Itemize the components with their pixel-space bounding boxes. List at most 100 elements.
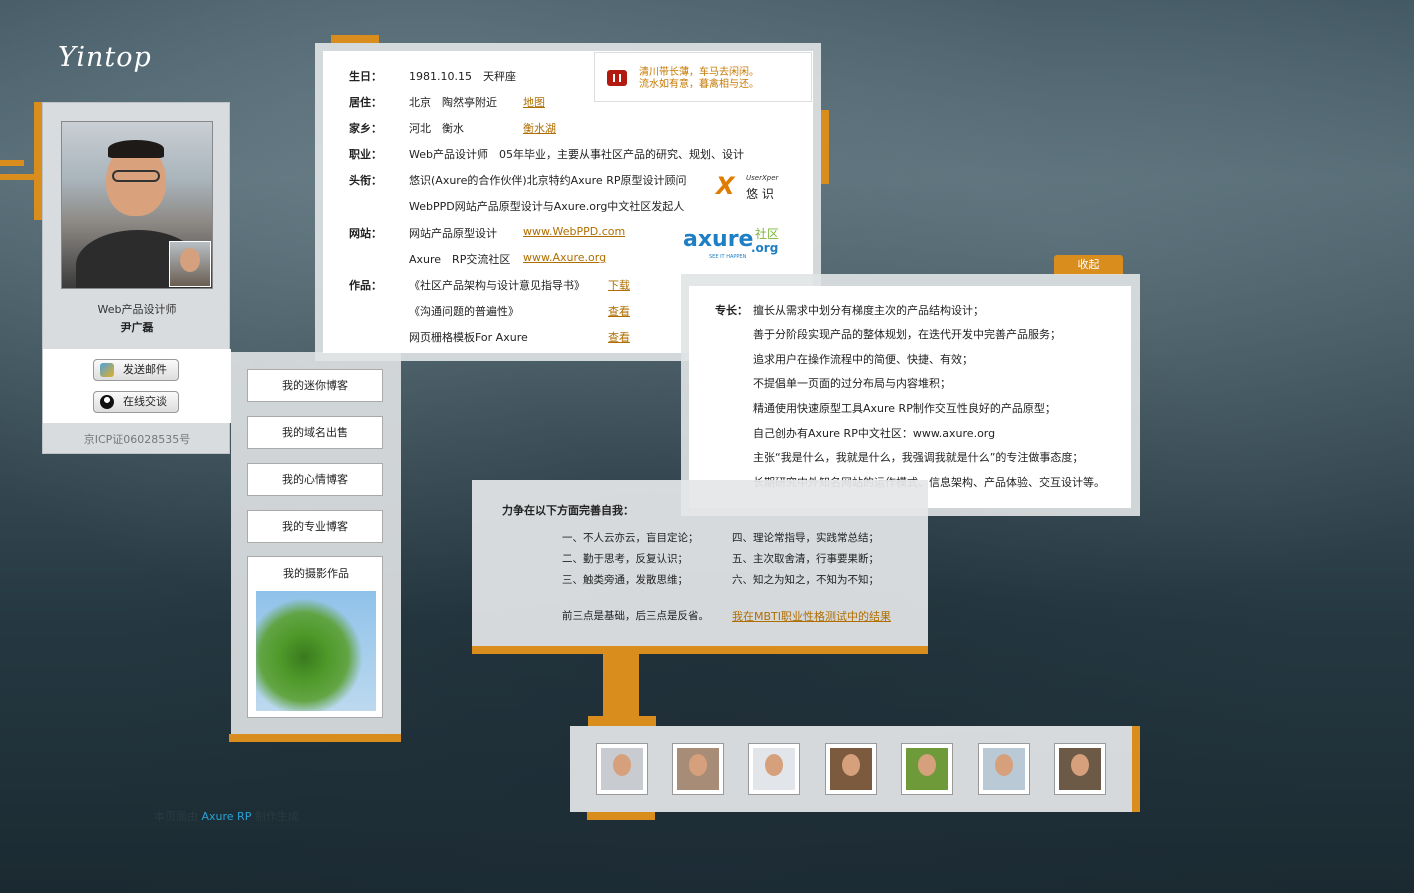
deco-bar bbox=[331, 35, 379, 43]
userxper-x-icon: X bbox=[716, 172, 735, 200]
blog-links-panel: 我的迷你博客 我的域名出售 我的心情博客 我的专业博客 我的摄影作品 bbox=[231, 352, 401, 740]
axure-tld: .org bbox=[751, 241, 779, 255]
skill-line: 追求用户在操作流程中的简便、快捷、有效； bbox=[753, 353, 973, 366]
improve-point: 四、理论常指导，实践常总结； bbox=[732, 532, 879, 544]
deco-bar bbox=[603, 654, 639, 720]
skill-line: 擅长从需求中划分有梯度主次的产品结构设计； bbox=[753, 304, 984, 317]
skill-line: 善于分阶段实现产品的整体规划，在迭代开发中完善产品服务； bbox=[753, 328, 1061, 341]
deco-bar bbox=[587, 812, 655, 820]
friends-bar bbox=[570, 726, 1134, 812]
skill-line: 自己创办有Axure RP中文社区：www.axure.org bbox=[753, 427, 996, 440]
axure-tagline: SEE IT HAPPEN bbox=[709, 254, 747, 260]
deco-bar bbox=[588, 716, 656, 726]
online-chat-label: 在线交谈 bbox=[123, 395, 167, 408]
improve-title: 力争在以下方面完善自我： bbox=[502, 504, 634, 517]
title-line-1: 悠识(Axure的合作伙伴)北京特约Axure RP原型设计顾问 bbox=[409, 174, 687, 187]
mail-icon bbox=[100, 363, 114, 377]
axure-community-logo[interactable]: axure 社区 .org SEE IT HAPPEN bbox=[683, 225, 783, 265]
send-email-button[interactable]: 发送邮件 bbox=[93, 359, 179, 381]
profile-card: Web产品设计师 尹广磊 发送邮件 在线交谈 京ICP证06028535号 bbox=[42, 102, 231, 454]
profile-name: 尹广磊 bbox=[120, 321, 154, 334]
footer-suffix: 制作生成 bbox=[254, 810, 299, 823]
footer-axure-link[interactable]: Axure RP bbox=[202, 810, 252, 823]
friend-avatar-1[interactable] bbox=[596, 743, 648, 795]
deco-bar bbox=[0, 160, 24, 166]
photography-box[interactable]: 我的摄影作品 bbox=[247, 556, 383, 718]
skill-line: 主张“我是什么，我就是什么，我强调我就是什么”的专注做事态度； bbox=[753, 451, 1084, 464]
improve-point: 二、勤于思考，反复认识； bbox=[562, 553, 688, 565]
domain-sale-link[interactable]: 我的域名出售 bbox=[247, 416, 383, 449]
map-link[interactable]: 地图 bbox=[523, 94, 545, 110]
skills-label: 专长： bbox=[715, 304, 748, 317]
title-line-2: WebPPD网站产品原型设计与Axure.org中文社区发起人 bbox=[409, 200, 685, 213]
deco-bar bbox=[821, 110, 829, 184]
site-logo: Yintop bbox=[58, 42, 152, 73]
improve-point: 三、触类旁通，发散思维； bbox=[562, 574, 688, 586]
friend-avatar-3[interactable] bbox=[748, 743, 800, 795]
website-1-name: 网站产品原型设计 bbox=[409, 227, 497, 240]
icp-license: 京ICP证06028535号 bbox=[83, 433, 191, 446]
pro-blog-link[interactable]: 我的专业博客 bbox=[247, 510, 383, 543]
hometown-value: 河北 衡水 bbox=[409, 122, 464, 135]
axure-org-link[interactable]: www.Axure.org bbox=[523, 251, 606, 264]
pause-icon[interactable] bbox=[607, 70, 627, 86]
work-3-view-link[interactable]: 查看 bbox=[608, 329, 630, 345]
webppd-link[interactable]: www.WebPPD.com bbox=[523, 225, 625, 238]
residence-label: 居住： bbox=[349, 96, 382, 109]
self-improvement-card: 力争在以下方面完善自我： 一、不人云亦云，盲目定论； 二、勤于思考，反复认识； … bbox=[472, 480, 928, 648]
friend-avatar-7[interactable] bbox=[1054, 743, 1106, 795]
profile-photo bbox=[61, 121, 213, 289]
friend-avatar-5[interactable] bbox=[901, 743, 953, 795]
improve-point: 一、不人云亦云，盲目定论； bbox=[562, 532, 699, 544]
collapse-button[interactable]: 收起 bbox=[1054, 255, 1123, 275]
work-1-download-link[interactable]: 下载 bbox=[608, 277, 630, 293]
profile-actions: 发送邮件 在线交谈 bbox=[43, 349, 231, 423]
quote-line-1: 清川带长薄，车马去闲闲。 bbox=[639, 67, 759, 78]
residence-value: 北京 陶然亭附近 bbox=[409, 96, 497, 109]
skill-line: 精通使用快速原型工具Axure RP制作交互性良好的产品原型； bbox=[753, 402, 1056, 415]
birthday-value: 1981.10.15 天秤座 bbox=[409, 70, 516, 83]
axure-cn: 社区 bbox=[755, 227, 780, 241]
improve-point: 六、知之为知之，不知为不知； bbox=[732, 574, 879, 586]
mbti-result-link[interactable]: 我在MBTI职业性格测试中的结果 bbox=[732, 608, 891, 624]
friend-avatar-2[interactable] bbox=[672, 743, 724, 795]
photography-thumbnail[interactable] bbox=[256, 591, 376, 711]
hometown-label: 家乡： bbox=[349, 122, 382, 135]
hengshui-lake-link[interactable]: 衡水湖 bbox=[523, 120, 556, 136]
work-2-title: 《沟通问题的普遍性》 bbox=[409, 305, 519, 318]
skills-card-body: 专长： 擅长从需求中划分有梯度主次的产品结构设计； 善于分阶段实现产品的整体规划… bbox=[689, 286, 1131, 508]
deco-bar bbox=[229, 734, 401, 742]
friend-avatar-6[interactable] bbox=[978, 743, 1030, 795]
footer-prefix: 本页面由 bbox=[154, 810, 198, 823]
footer-credit: 本页面由 Axure RP 制作生成 bbox=[154, 808, 299, 824]
online-chat-button[interactable]: 在线交谈 bbox=[93, 391, 179, 413]
userxper-cn: 悠 识 bbox=[746, 187, 774, 201]
work-1-title: 《社区产品架构与设计意见指导书》 bbox=[409, 279, 585, 292]
website-label: 网站： bbox=[349, 227, 382, 240]
photography-label: 我的摄影作品 bbox=[283, 567, 349, 580]
work-2-view-link[interactable]: 查看 bbox=[608, 303, 630, 319]
send-email-label: 发送邮件 bbox=[123, 363, 167, 376]
job-label: 职业： bbox=[349, 148, 382, 161]
birthday-label: 生日： bbox=[349, 70, 382, 83]
improve-point: 五、主次取舍清，行事要果断； bbox=[732, 553, 879, 565]
mood-blog-link[interactable]: 我的心情博客 bbox=[247, 463, 383, 496]
profile-role: Web产品设计师 bbox=[97, 303, 177, 316]
friend-avatar-4[interactable] bbox=[825, 743, 877, 795]
qq-penguin-icon bbox=[100, 395, 114, 409]
userxper-logo[interactable]: X UserXper 悠 识 bbox=[716, 172, 786, 202]
deco-bar bbox=[34, 102, 42, 220]
deco-bar bbox=[1132, 726, 1140, 812]
quote-line-2: 流水如有意，暮禽相与还。 bbox=[639, 79, 759, 90]
mini-blog-link[interactable]: 我的迷你博客 bbox=[247, 369, 383, 402]
work-3-title: 网页栅格模板For Axure bbox=[409, 331, 528, 344]
skill-line: 不提倡单一页面的过分布局与内容堆积； bbox=[753, 377, 951, 390]
profile-inset-photo bbox=[169, 241, 211, 287]
deco-bar bbox=[0, 174, 34, 180]
works-label: 作品： bbox=[349, 279, 382, 292]
job-value: Web产品设计师 05年毕业，主要从事社区产品的研究、规划、设计 bbox=[409, 148, 744, 161]
music-quote-box: 清川带长薄，车马去闲闲。 流水如有意，暮禽相与还。 bbox=[594, 52, 812, 102]
userxper-small: UserXper bbox=[746, 174, 779, 182]
website-2-name: Axure RP交流社区 bbox=[409, 253, 511, 266]
title-label: 头衔： bbox=[349, 174, 382, 187]
